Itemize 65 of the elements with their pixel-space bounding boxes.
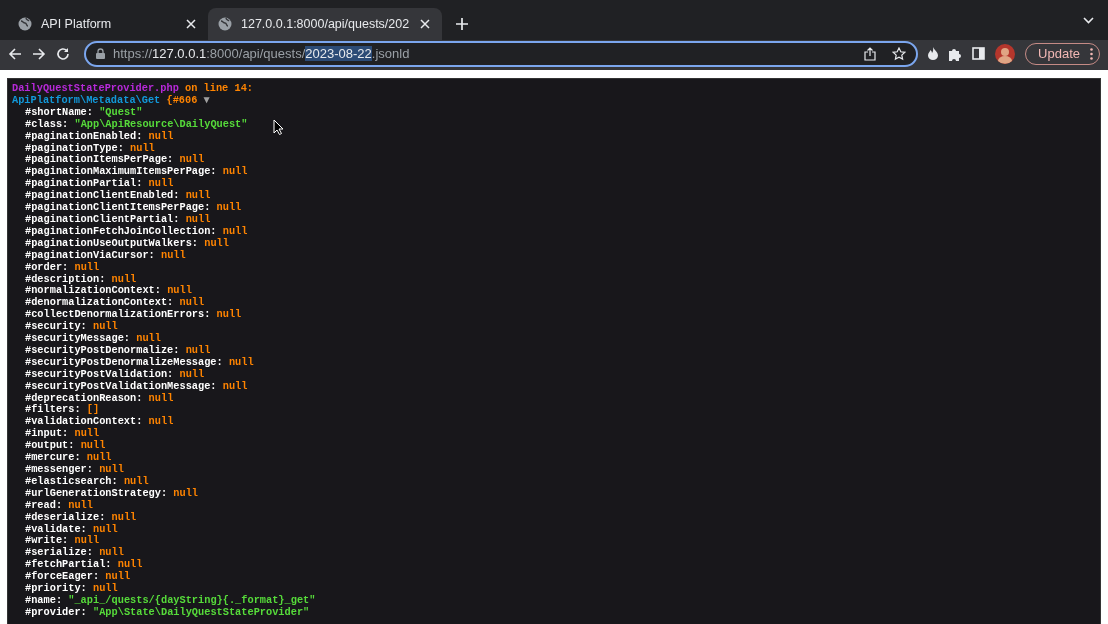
dump-property: #write: null xyxy=(24,535,100,547)
dump-property: #paginationClientEnabled: null xyxy=(24,190,211,202)
dump-property: #securityMessage: null xyxy=(24,333,161,345)
dump-property: #paginationClientPartial: null xyxy=(24,213,211,226)
dump-property: #securityPostDenormalize: null xyxy=(24,344,211,357)
dump-property: #read: null xyxy=(24,499,93,512)
dump-property: #securityPostDenormalizeMessage: null xyxy=(24,356,254,369)
lock-icon[interactable] xyxy=(96,48,105,59)
dump-property: #mercure: null xyxy=(24,452,112,464)
dump-property: #validate: null xyxy=(24,523,118,535)
dump-property: #description: null xyxy=(24,273,137,285)
dump-property: #input: null xyxy=(24,428,100,440)
dump-property: #security: null xyxy=(24,321,118,333)
share-icon[interactable] xyxy=(864,46,877,61)
dump-property: #fetchPartial: null xyxy=(24,559,143,571)
dump-property: #paginationType: null xyxy=(24,142,155,154)
dump-property: #paginationFetchJoinCollection: null xyxy=(24,225,248,238)
dump-property: #urlGenerationStrategy: null xyxy=(24,487,199,500)
dump-property: #normalizationContext: null xyxy=(24,285,192,297)
dump-property: #paginationClientItemsPerPage: null xyxy=(24,202,242,214)
forward-icon[interactable] xyxy=(32,46,46,61)
dump-property: #serialize: null xyxy=(24,547,124,559)
avatar[interactable] xyxy=(995,43,1016,64)
side-panel-icon[interactable] xyxy=(972,47,986,60)
dump-property: #messenger: null xyxy=(24,464,124,476)
puzzle-icon[interactable] xyxy=(948,46,963,61)
more-icon[interactable] xyxy=(1090,47,1093,60)
dump-property: #shortName: "Quest" xyxy=(24,106,143,119)
plus-icon[interactable] xyxy=(456,18,469,30)
dump-property: #paginationPartial: null xyxy=(24,178,174,190)
flame-icon[interactable] xyxy=(928,47,939,60)
dump-property: #paginationItemsPerPage: null xyxy=(24,154,205,166)
dump-property: #paginationMaximumItemsPerPage: null xyxy=(24,166,248,178)
cursor-icon xyxy=(273,119,284,135)
star-icon[interactable] xyxy=(892,46,907,61)
close-icon[interactable] xyxy=(418,19,433,29)
chevron-down-icon[interactable] xyxy=(1083,16,1094,24)
reload-icon[interactable] xyxy=(56,46,70,61)
dump-property: #paginationUseOutputWalkers: null xyxy=(24,237,229,250)
dump-property: #collectDenormalizationErrors: null xyxy=(24,309,242,321)
dump-property: #priority: null xyxy=(24,583,118,595)
dump-property: #provider: "App\State\DailyQuestStateProvider" xyxy=(24,606,310,619)
dump-property: #order: null xyxy=(24,261,100,274)
address-bar[interactable]: https://127.0.0.1:8000/api/quests/2023-08-22.jsonld xyxy=(84,40,919,67)
dump-object-header: ApiPlatform\Metadata\Get {#606 ▼ xyxy=(12,94,210,107)
dump-property: #paginationViaCursor: null xyxy=(24,249,186,262)
dump-property: #validationContext: null xyxy=(24,416,174,428)
browser-tab[interactable]: 127.0.0.1:8000/api/quests/202 xyxy=(208,8,443,40)
dump-property: #securityPostValidationMessage: null xyxy=(24,380,248,393)
url-text: https://127.0.0.1:8000/api/quests/2023-08-22.jsonld xyxy=(113,46,411,61)
back-icon[interactable] xyxy=(8,46,22,61)
dump-source: DailyQuestStateProvider.php on line 14: xyxy=(12,83,253,95)
dump-property: #forceEager: null xyxy=(24,571,131,583)
dump-property: #elasticsearch: null xyxy=(24,475,149,488)
dump-property: #name: "_api_/quests/{dayString}{._format}_get" xyxy=(24,594,316,607)
dump-property: #securityPostValidation: null xyxy=(24,368,205,381)
dump-property: #deprecationReason: null xyxy=(24,392,174,404)
dump-property: #denormalizationContext: null xyxy=(24,297,205,309)
browser-tab[interactable]: API Platform xyxy=(8,8,208,40)
close-icon[interactable] xyxy=(184,19,198,29)
dump-property: #filters: [] xyxy=(24,404,100,416)
dump-property: #deserialize: null xyxy=(24,511,137,524)
dump-property: #output: null xyxy=(24,440,106,452)
dump-property: #class: "App\ApiResource\DailyQuest" xyxy=(24,118,248,131)
dump-property: #paginationEnabled: null xyxy=(24,130,174,143)
